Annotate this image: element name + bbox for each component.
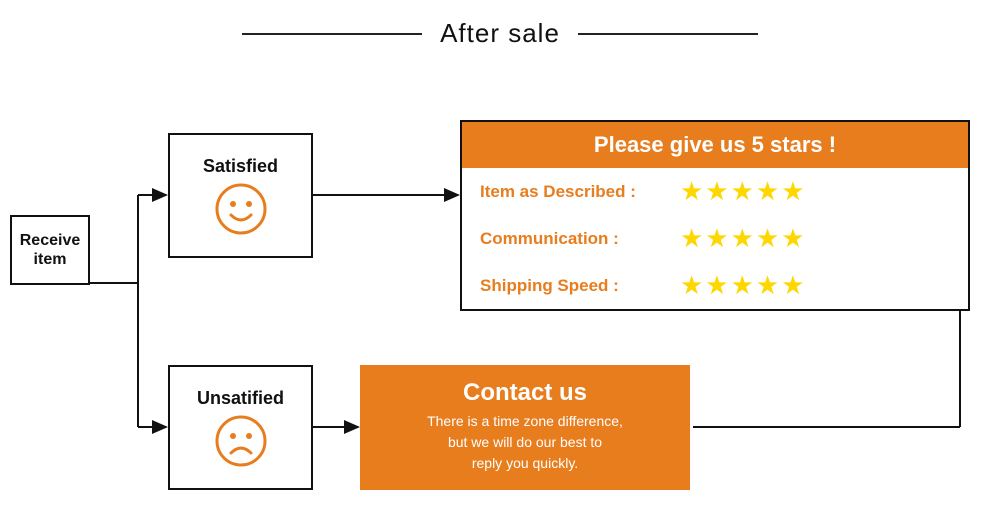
stars-1: ★★★★★ bbox=[680, 176, 807, 207]
stars-row-3: Shipping Speed : ★★★★★ bbox=[462, 262, 968, 309]
contact-text: There is a time zone difference,but we w… bbox=[427, 411, 623, 474]
stars-header: Please give us 5 stars ! bbox=[462, 122, 968, 168]
unsatisfied-box: Unsatified bbox=[168, 365, 313, 490]
smile-icon bbox=[215, 183, 267, 235]
stars-box: Please give us 5 stars ! Item as Describ… bbox=[460, 120, 970, 311]
page-title: After sale bbox=[440, 18, 560, 49]
stars-label-1: Item as Described : bbox=[480, 182, 670, 202]
stars-3: ★★★★★ bbox=[680, 270, 807, 301]
page-container: After sale bbox=[0, 0, 1000, 527]
satisfied-box: Satisfied bbox=[168, 133, 313, 258]
receive-item-box: Receiveitem bbox=[10, 215, 90, 285]
stars-label-3: Shipping Speed : bbox=[480, 276, 670, 296]
receive-item-label: Receiveitem bbox=[20, 231, 81, 269]
title-line-right bbox=[578, 33, 758, 35]
title-row: After sale bbox=[0, 0, 1000, 49]
stars-label-2: Communication : bbox=[480, 229, 670, 249]
diagram: Receiveitem Satisfied Unsatified P bbox=[0, 65, 1000, 515]
contact-title: Contact us bbox=[463, 379, 587, 407]
contact-box: Contact us There is a time zone differen… bbox=[360, 365, 690, 490]
stars-row-2: Communication : ★★★★★ bbox=[462, 215, 968, 262]
satisfied-label: Satisfied bbox=[203, 156, 278, 177]
unsatisfied-label: Unsatified bbox=[197, 388, 284, 409]
stars-row-1: Item as Described : ★★★★★ bbox=[462, 168, 968, 215]
stars-2: ★★★★★ bbox=[680, 223, 807, 254]
title-line-left bbox=[242, 33, 422, 35]
frown-icon bbox=[215, 415, 267, 467]
